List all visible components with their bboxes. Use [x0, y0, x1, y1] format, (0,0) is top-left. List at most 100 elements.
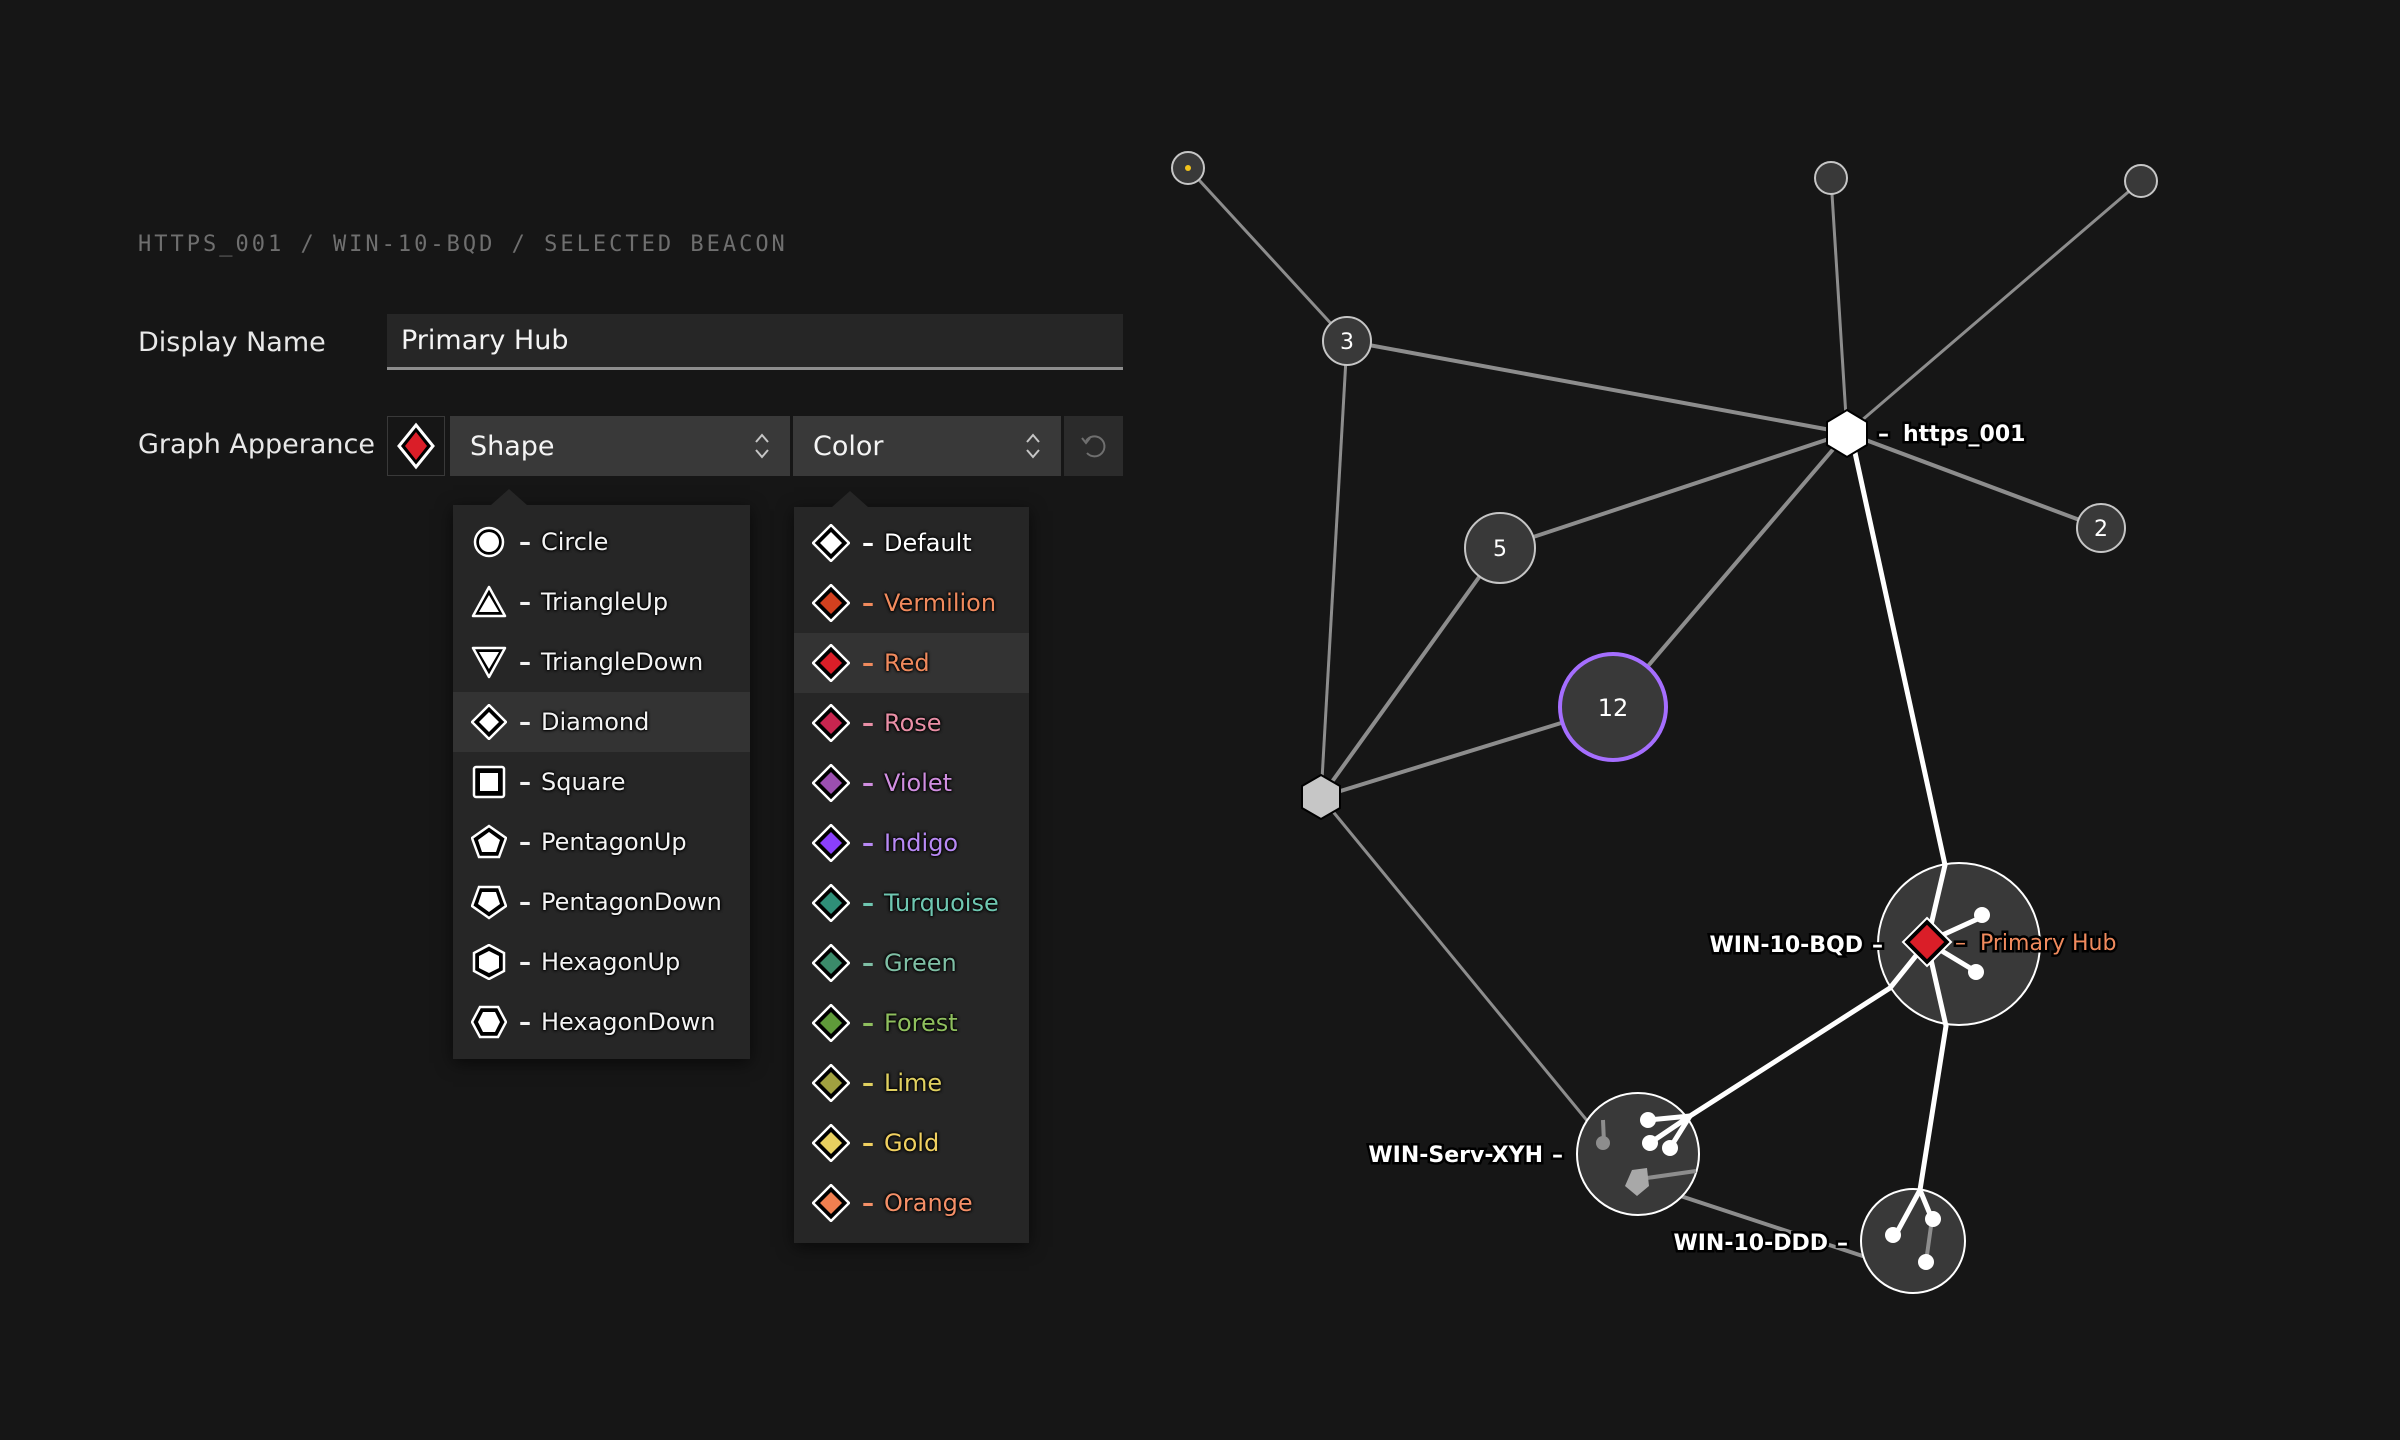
- color-option-label: Indigo: [884, 829, 959, 857]
- color-option-rose[interactable]: – Rose: [794, 693, 1029, 753]
- shape-option-triangle-up[interactable]: – TriangleUp: [453, 572, 750, 632]
- color-option-label: Turquoise: [884, 889, 999, 917]
- edge: [1319, 546, 1502, 799]
- color-option-green[interactable]: – Green: [794, 933, 1029, 993]
- color-option-label: Forest: [884, 1009, 958, 1037]
- turquoise-diamond-icon: [812, 884, 850, 922]
- color-option-orange[interactable]: – Orange: [794, 1173, 1029, 1233]
- node-https-001[interactable]: – https_001: [1826, 408, 2028, 459]
- cluster-label-win-10-bqd: WIN-10-BQD: [1710, 933, 1863, 958]
- sub-node[interactable]: [1596, 1136, 1610, 1150]
- cluster-label-win-10-ddd: WIN-10-DDD: [1673, 1231, 1828, 1256]
- color-option-vermilion[interactable]: – Vermilion: [794, 573, 1029, 633]
- edge-highlight: [1687, 985, 1893, 1119]
- color-menu: – Default – Vermilion – Red – Rose – Violet – Indig…: [794, 491, 1029, 1243]
- indigo-diamond-icon: [812, 824, 850, 862]
- shape-option-square[interactable]: – Square: [453, 752, 750, 812]
- red-diamond-icon: [812, 644, 850, 682]
- cluster-label-dash: –: [1837, 1231, 1848, 1256]
- shape-option-label: TriangleUp: [541, 588, 669, 616]
- circle-icon: [473, 526, 505, 558]
- sub-node[interactable]: [1642, 1135, 1658, 1151]
- sub-node[interactable]: [1968, 964, 1984, 980]
- diamond-icon: [471, 704, 507, 740]
- shape-menu: – Circle – TriangleUp – TriangleDown – Diamo…: [453, 489, 750, 1059]
- color-option-red[interactable]: – Red: [794, 633, 1029, 693]
- shape-option-label: HexagonUp: [541, 948, 681, 976]
- sub-node[interactable]: [1640, 1112, 1656, 1128]
- color-option-label: Red: [884, 649, 930, 677]
- shape-option-label: HexagonDown: [541, 1008, 716, 1036]
- hexagon-node-gray[interactable]: [1301, 773, 1341, 821]
- shape-option-diamond[interactable]: – Diamond: [453, 692, 750, 752]
- shape-option-label: Square: [541, 768, 626, 796]
- node-group-2[interactable]: 2: [2076, 503, 2126, 553]
- breadcrumb: HTTPS_001 / WIN-10-BQD / SELECTED BEACON: [138, 232, 788, 257]
- shape-option-pentagon-up[interactable]: – PentagonUp: [453, 812, 750, 872]
- color-option-label: Violet: [884, 769, 953, 797]
- cluster-win-serv-xyh[interactable]: [1576, 1092, 1700, 1216]
- reset-icon: [1080, 435, 1105, 458]
- color-option-turquoise[interactable]: – Turquoise: [794, 873, 1029, 933]
- edge: [1499, 431, 1848, 550]
- red-diamond-icon: [397, 422, 435, 470]
- shape-select[interactable]: Shape: [450, 416, 790, 476]
- edge-highlight: [1851, 445, 1948, 868]
- node-count: 12: [1598, 694, 1629, 722]
- edge: [1319, 796, 1605, 1141]
- color-select[interactable]: Color: [793, 416, 1061, 476]
- pentagon-up-icon: [471, 824, 507, 859]
- chevron-updown-icon: [755, 433, 769, 459]
- gold-diamond-icon: [812, 1124, 850, 1162]
- cluster-label-dash: –: [1872, 933, 1883, 958]
- node-count: 2: [2094, 517, 2108, 542]
- color-option-indigo[interactable]: – Indigo: [794, 813, 1029, 873]
- sub-node[interactable]: [1662, 1140, 1678, 1156]
- display-name-label: Display Name: [138, 327, 326, 358]
- color-option-label: Gold: [884, 1129, 940, 1157]
- shape-option-pentagon-down[interactable]: – PentagonDown: [453, 872, 750, 932]
- node-leaf-top-right[interactable]: [2124, 164, 2158, 198]
- color-option-default[interactable]: – Default: [794, 513, 1029, 573]
- color-option-label: Lime: [884, 1069, 943, 1097]
- color-option-violet[interactable]: – Violet: [794, 753, 1029, 813]
- primary-hub-label: Primary Hub: [1980, 931, 2116, 956]
- sub-node[interactable]: [1974, 907, 1990, 923]
- display-name-input[interactable]: Primary Hub: [387, 314, 1123, 370]
- node-group-5[interactable]: 5: [1464, 512, 1536, 584]
- sub-node[interactable]: [1885, 1227, 1901, 1243]
- shape-option-hexagon-down[interactable]: – HexagonDown: [453, 992, 750, 1052]
- shape-option-circle[interactable]: – Circle: [453, 512, 750, 572]
- node-leaf-top-left[interactable]: [1171, 151, 1205, 185]
- node-group-12-selected[interactable]: 12: [1558, 652, 1668, 762]
- pentagon-down-icon: [471, 885, 507, 920]
- current-appearance-swatch[interactable]: [387, 416, 445, 476]
- forest-diamond-icon: [812, 1004, 850, 1042]
- network-graph: 3 2 5 12 – https_001 WIN-10-BQD – – Prim…: [1171, 151, 2158, 1294]
- color-option-label: Default: [884, 529, 972, 557]
- sub-node[interactable]: [1925, 1211, 1941, 1227]
- node-count: 3: [1340, 330, 1354, 355]
- square-icon: [472, 765, 506, 799]
- color-option-label: Vermilion: [884, 589, 997, 617]
- graph-appearance-label: Graph Apperance: [138, 429, 375, 460]
- color-select-label: Color: [813, 430, 884, 462]
- color-option-forest[interactable]: – Forest: [794, 993, 1029, 1053]
- shape-option-hexagon-up[interactable]: – HexagonUp: [453, 932, 750, 992]
- sub-node[interactable]: [1918, 1254, 1934, 1270]
- node-group-3[interactable]: 3: [1322, 316, 1372, 366]
- node-label-https: https_001: [1903, 422, 2025, 447]
- rose-diamond-icon: [812, 704, 850, 742]
- edge: [1319, 340, 1349, 798]
- shape-option-label: PentagonDown: [541, 888, 722, 916]
- color-option-gold[interactable]: – Gold: [794, 1113, 1029, 1173]
- edge: [1186, 166, 1349, 343]
- reset-button[interactable]: [1064, 416, 1123, 476]
- primary-hub-dash: –: [1955, 931, 1966, 956]
- color-option-lime[interactable]: – Lime: [794, 1053, 1029, 1113]
- node-label-dash: –: [1878, 422, 1889, 447]
- edge: [1346, 339, 1848, 435]
- shape-option-triangle-down[interactable]: – TriangleDown: [453, 632, 750, 692]
- node-leaf-top-center[interactable]: [1814, 161, 1848, 195]
- lime-diamond-icon: [812, 1064, 850, 1102]
